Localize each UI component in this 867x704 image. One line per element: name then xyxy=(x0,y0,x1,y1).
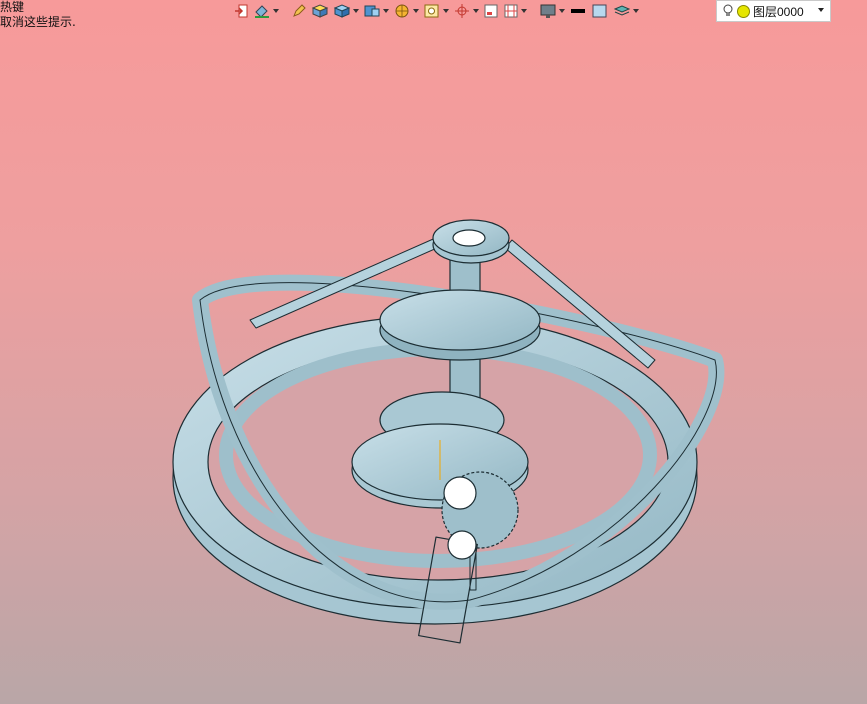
box-display-button[interactable] xyxy=(362,1,390,21)
pencil-button[interactable] xyxy=(290,1,308,21)
paint-button[interactable] xyxy=(252,1,280,21)
view-toolbar xyxy=(232,0,640,22)
box-blue-button[interactable] xyxy=(332,1,360,21)
middle-disc xyxy=(379,289,541,351)
box-shaded-button[interactable] xyxy=(310,1,330,21)
axis-button[interactable] xyxy=(452,1,480,21)
box-shaded-icon xyxy=(311,4,329,18)
line-color-button[interactable] xyxy=(568,1,588,21)
monitor-icon xyxy=(540,4,556,18)
fill-color-icon xyxy=(592,4,607,18)
hint-line-1: 热键 xyxy=(0,0,25,14)
hint-line-2: 取消这些提示. xyxy=(0,15,76,29)
layer-select[interactable]: 图层0000 xyxy=(716,0,831,22)
fill-color-button[interactable] xyxy=(590,1,610,21)
chevron-down-icon[interactable] xyxy=(818,8,824,12)
layer-visible-icon xyxy=(737,4,750,18)
section-button[interactable] xyxy=(502,1,528,21)
box-display-icon xyxy=(364,5,380,17)
lower-bearing xyxy=(447,530,477,560)
pencil-icon xyxy=(293,4,306,17)
viewport-3d-model[interactable] xyxy=(0,0,867,704)
hotkey-hint: 热键 取消这些提示. xyxy=(0,0,76,30)
lightbulb-icon xyxy=(723,4,733,16)
frame-icon xyxy=(424,4,439,18)
sphere-icon xyxy=(395,4,409,18)
page-icon xyxy=(484,4,498,18)
paint-bucket-icon xyxy=(255,5,269,18)
top-bearing xyxy=(452,229,486,247)
exit-view-button[interactable] xyxy=(232,1,250,21)
box-blue-icon xyxy=(333,4,351,18)
layers-button[interactable] xyxy=(612,1,640,21)
gear-hub xyxy=(443,476,477,510)
sphere-button[interactable] xyxy=(392,1,420,21)
layers-icon xyxy=(613,5,631,16)
layer-name: 图层0000 xyxy=(753,4,804,19)
line-color-icon xyxy=(571,9,585,13)
axis-icon xyxy=(455,4,469,18)
frame-button[interactable] xyxy=(422,1,450,21)
monitor-button[interactable] xyxy=(538,1,566,21)
exit-view-icon xyxy=(235,4,248,18)
page-button[interactable] xyxy=(482,1,500,21)
section-icon xyxy=(504,4,518,18)
